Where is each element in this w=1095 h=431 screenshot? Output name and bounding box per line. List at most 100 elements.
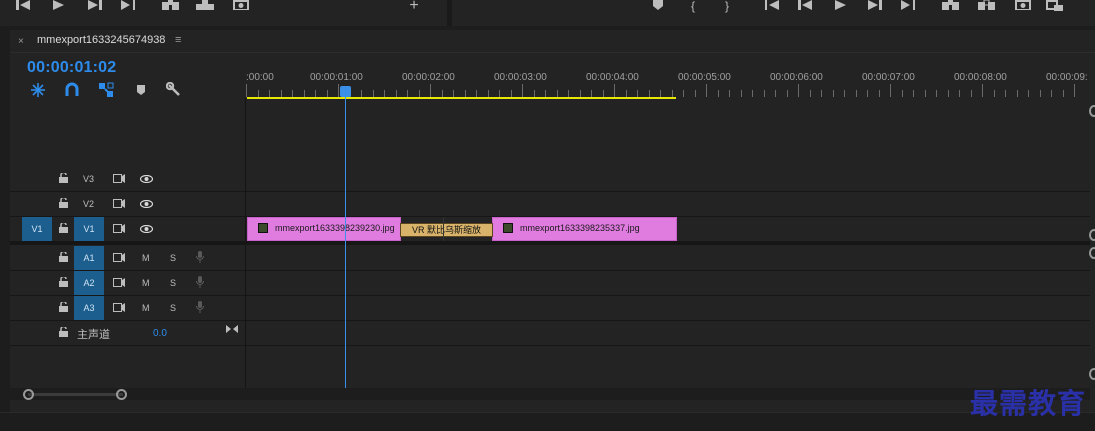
ruler-label: :00:00 <box>246 72 274 83</box>
sync-lock-icon[interactable] <box>113 174 125 185</box>
sync-lock-icon[interactable] <box>113 278 125 289</box>
mark-out-icon[interactable]: } <box>718 0 736 12</box>
sequence-tab-title[interactable]: mmexport1633245674938 <box>37 34 165 46</box>
go-to-out-icon[interactable] <box>120 0 138 12</box>
zoom-handle-right[interactable] <box>116 389 127 400</box>
timeline-tab-row <box>10 30 1095 53</box>
lock-icon[interactable] <box>59 325 68 339</box>
extract-icon[interactable] <box>978 0 996 12</box>
track-header-spacer <box>10 99 245 165</box>
lock-icon[interactable] <box>59 250 68 264</box>
step-back-icon[interactable] <box>796 0 814 12</box>
step-forward-icon[interactable] <box>86 0 104 12</box>
vertical-zoom-handle[interactable] <box>1089 105 1095 117</box>
clip-name: mmexport1633398235337.jpg <box>520 223 640 233</box>
track-label-a1[interactable]: A1 <box>74 246 104 270</box>
step-back-icon[interactable] <box>14 0 32 12</box>
track-empty-area <box>10 346 1090 388</box>
panel-menu-icon[interactable]: ≡ <box>175 34 181 46</box>
mute-button[interactable]: M <box>142 278 150 288</box>
clip-name: mmexport1633398239230.jpg <box>275 223 395 233</box>
close-tab-icon[interactable]: × <box>18 36 24 47</box>
eye-icon[interactable] <box>139 199 154 210</box>
lock-icon[interactable] <box>59 171 68 185</box>
ruler-label: 00:00:03:00 <box>494 72 547 83</box>
master-track-label: 主声道 <box>77 329 110 341</box>
step-forward-icon[interactable] <box>866 0 884 12</box>
playhead-line[interactable] <box>345 88 346 388</box>
vertical-zoom-handle[interactable] <box>1089 247 1095 259</box>
transition-effect[interactable]: VR 默比乌斯缩放 <box>400 223 493 237</box>
horizontal-scrollbar[interactable] <box>10 388 1090 400</box>
zoom-handle-left[interactable] <box>23 389 34 400</box>
sync-lock-icon[interactable] <box>113 253 125 264</box>
lift-icon[interactable] <box>942 0 960 12</box>
nest-sequence-icon[interactable] <box>30 82 46 98</box>
track-label-a2[interactable]: A2 <box>74 271 104 295</box>
add-marker-icon[interactable] <box>134 82 150 98</box>
ruler-label: 00:00:05:00 <box>678 72 731 83</box>
track-row-master <box>10 321 1090 346</box>
ruler-label: 00:00:01:00 <box>310 72 363 83</box>
ruler-label: 00:00:02:00 <box>402 72 455 83</box>
linked-selection-icon[interactable] <box>98 82 114 98</box>
solo-button[interactable]: S <box>170 253 176 263</box>
lock-icon[interactable] <box>59 300 68 314</box>
ruler-label: 00:00:07:00 <box>862 72 915 83</box>
fx-badge-icon <box>258 223 268 233</box>
playhead-timecode[interactable]: 00:00:01:02 <box>27 59 116 77</box>
mic-icon[interactable] <box>196 276 204 290</box>
track-label-v1[interactable]: V1 <box>74 217 104 241</box>
track-label-v3[interactable]: V3 <box>83 174 94 184</box>
fx-badge-icon <box>503 223 513 233</box>
mute-button[interactable]: M <box>142 253 150 263</box>
mute-button[interactable]: M <box>142 303 150 313</box>
ruler-label: 00:00:04:00 <box>586 72 639 83</box>
track-row-v3 <box>10 167 1090 192</box>
lock-icon[interactable] <box>59 221 68 235</box>
lock-icon[interactable] <box>59 196 68 210</box>
source-patch-v1[interactable]: V1 <box>22 217 52 241</box>
overwrite-icon[interactable] <box>196 0 214 12</box>
export-frame-icon[interactable] <box>1014 0 1032 12</box>
add-marker-icon[interactable] <box>649 0 667 12</box>
status-bar <box>0 412 1095 431</box>
video-clip-2[interactable]: mmexport1633398235337.jpg <box>492 217 677 241</box>
playhead-handle[interactable] <box>340 86 351 97</box>
sync-lock-icon[interactable] <box>113 303 125 314</box>
scroll-thumb[interactable] <box>28 393 123 396</box>
vertical-zoom-handle[interactable] <box>1089 368 1095 380</box>
eye-icon[interactable] <box>139 174 154 185</box>
solo-button[interactable]: S <box>170 303 176 313</box>
video-audio-divider[interactable] <box>10 242 1090 245</box>
go-to-in-icon[interactable] <box>762 0 780 12</box>
source-monitor-transport: + <box>0 0 447 26</box>
header-divider[interactable] <box>245 98 246 388</box>
lock-icon[interactable] <box>59 275 68 289</box>
master-volume-value[interactable]: 0.0 <box>153 328 167 339</box>
eye-icon[interactable] <box>139 224 154 235</box>
play-icon[interactable] <box>832 0 850 12</box>
go-to-end-icon[interactable] <box>226 325 238 335</box>
ruler-label: 00:00:06:00 <box>770 72 823 83</box>
mic-icon[interactable] <box>196 251 204 265</box>
video-clip-1[interactable]: mmexport1633398239230.jpg <box>247 217 401 241</box>
add-button-icon[interactable]: + <box>405 0 423 14</box>
comparison-view-icon[interactable] <box>1046 0 1064 12</box>
export-frame-icon[interactable] <box>232 0 250 12</box>
vertical-zoom-handle[interactable] <box>1089 229 1095 241</box>
snap-icon[interactable] <box>64 82 80 98</box>
sync-lock-icon[interactable] <box>113 199 125 210</box>
sync-lock-icon[interactable] <box>113 224 125 235</box>
mark-in-icon[interactable]: { <box>684 0 702 12</box>
work-area-bar[interactable] <box>247 97 676 99</box>
insert-icon[interactable] <box>162 0 180 12</box>
wrench-icon[interactable] <box>165 81 182 98</box>
track-label-v2[interactable]: V2 <box>83 199 94 209</box>
mic-icon[interactable] <box>196 301 204 315</box>
play-icon[interactable] <box>50 0 68 12</box>
edit-point[interactable] <box>443 217 444 241</box>
solo-button[interactable]: S <box>170 278 176 288</box>
go-to-out-icon[interactable] <box>900 0 918 12</box>
track-label-a3[interactable]: A3 <box>74 296 104 320</box>
